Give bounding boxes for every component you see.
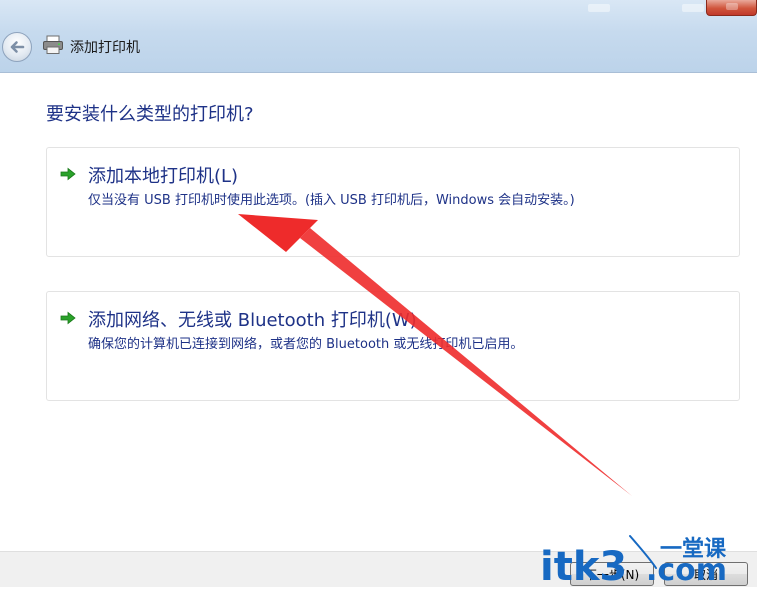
maximize-button[interactable]	[682, 4, 704, 12]
minimize-button[interactable]	[588, 4, 610, 12]
option-title: 添加本地打印机(L)	[88, 166, 239, 187]
close-button[interactable]	[706, 0, 757, 16]
option-title: 添加网络、无线或 Bluetooth 打印机(W)	[88, 310, 417, 331]
page-heading: 要安装什么类型的打印机?	[46, 104, 254, 125]
watermark-brand: itk3	[540, 544, 627, 586]
printer-icon	[43, 35, 63, 54]
back-arrow-icon	[10, 41, 25, 53]
green-arrow-icon	[60, 311, 76, 325]
watermark-tagline: 一堂课	[660, 537, 727, 562]
option-add-local-printer[interactable]: 添加本地打印机(L) 仅当没有 USB 打印机时使用此选项。(插入 USB 打印…	[46, 147, 740, 257]
option-add-network-printer[interactable]: 添加网络、无线或 Bluetooth 打印机(W) 确保您的计算机已连接到网络，…	[46, 291, 740, 401]
window-header: 添加打印机	[0, 0, 757, 73]
watermark-logo: itk3 .com 一堂课	[540, 532, 752, 590]
green-arrow-icon	[60, 167, 76, 181]
option-description: 确保您的计算机已连接到网络，或者您的 Bluetooth 或无线打印机已启用。	[88, 337, 524, 352]
option-description: 仅当没有 USB 打印机时使用此选项。(插入 USB 打印机后，Windows …	[88, 193, 575, 208]
back-button[interactable]	[2, 32, 32, 62]
window-title: 添加打印机	[70, 40, 140, 56]
